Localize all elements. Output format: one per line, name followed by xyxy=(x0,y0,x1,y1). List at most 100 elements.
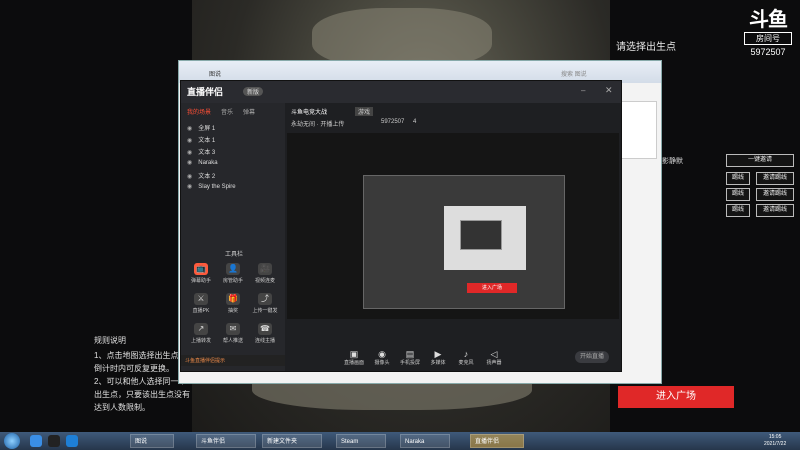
clock[interactable]: 15:05 2021/7/22 xyxy=(764,434,786,448)
room-id: 5972507 xyxy=(381,119,405,125)
invite-kick-button[interactable]: 邀请踢线 xyxy=(756,188,794,201)
tab-scenes[interactable]: 我的场景 xyxy=(187,107,211,116)
explorer-search[interactable]: 搜索 图说 xyxy=(561,69,587,78)
scene-item[interactable]: ◉ 文本 1 xyxy=(187,135,215,144)
control-label: 直播画面 xyxy=(343,360,364,366)
mail-icon: ✉ xyxy=(226,323,240,335)
companion-window[interactable]: 直播伴侣 新版 – ✕ 我的场景 音乐 弹幕 ◉ 全屏 1 ◉ 文本 1 ◉ 文本 3… xyxy=(180,80,622,372)
taskbar-item[interactable]: Naraka xyxy=(400,434,450,448)
enter-plaza-button[interactable]: 进入广场 xyxy=(618,386,734,408)
notice-bar[interactable]: 斗鱼直播伴侣提示 xyxy=(181,355,293,366)
scene-item[interactable]: ◉ Naraka xyxy=(187,159,218,166)
phone-cast-icon: ▤ xyxy=(405,349,415,359)
invite-all-button[interactable]: 一键邀请 xyxy=(726,154,794,167)
tool-label: 连线主播 xyxy=(254,338,275,344)
eye-icon[interactable]: ◉ xyxy=(187,150,192,156)
app-icon[interactable] xyxy=(30,435,42,447)
qq-icon[interactable] xyxy=(48,435,60,447)
tool-forward[interactable]: ↗ 上播转发 xyxy=(185,323,217,344)
tools-title: 工具栏 xyxy=(225,252,244,258)
tool-connect[interactable]: ☎ 连线主播 xyxy=(249,323,281,344)
taskbar-item[interactable]: 图说 xyxy=(130,434,174,448)
gift-icon: 🎁 xyxy=(226,293,240,305)
control-phone-cast[interactable]: ▤ 手机投屏 xyxy=(397,349,423,366)
mic-icon: ♪ xyxy=(463,349,469,359)
tool-video-link[interactable]: 🎥 视频连麦 xyxy=(249,263,281,284)
tool-label: 抽奖 xyxy=(227,308,238,314)
invite-kick-button[interactable]: 邀请踢线 xyxy=(756,172,794,185)
invite-kick-button[interactable]: 邀请踢线 xyxy=(756,204,794,217)
explorer-address[interactable]: 图说 xyxy=(209,69,221,78)
kick-button[interactable]: 踢线 xyxy=(726,172,750,185)
tool-upload[interactable]: ⤴ 上传一键发 xyxy=(249,293,281,314)
taskbar: 图说 斗鱼伴侣 新建文件夹 Steam Naraka 直播伴侣 15:05 20… xyxy=(0,432,800,450)
tool-room-admin[interactable]: 👤 房管助手 xyxy=(217,263,249,284)
scene-item[interactable]: ◉ 文本 3 xyxy=(187,147,215,156)
eye-icon[interactable]: ◉ xyxy=(187,174,192,180)
side-label: 影静默 xyxy=(662,158,683,165)
category-tag[interactable]: 游戏 xyxy=(355,107,374,116)
browser-icon[interactable] xyxy=(66,435,78,447)
control-camera[interactable]: ◉ 摄像头 xyxy=(369,349,395,366)
tool-pk[interactable]: ⚔ 直播PK xyxy=(185,293,217,314)
close-icon[interactable]: ✕ xyxy=(605,85,613,96)
taskbar-item[interactable]: 新建文件夹 xyxy=(262,434,322,448)
scene-label: Slay the Spire xyxy=(198,184,236,190)
tool-label: 房管助手 xyxy=(222,278,243,284)
room-label: 房间号 xyxy=(744,32,792,45)
tab-music[interactable]: 音乐 xyxy=(221,107,233,116)
scene-item[interactable]: ◉ Slay the Spire xyxy=(187,183,236,190)
speaker-icon: ◁ xyxy=(490,349,498,359)
pk-icon: ⚔ xyxy=(194,293,208,305)
scene-label: 全屏 1 xyxy=(198,126,216,132)
minimize-icon[interactable]: – xyxy=(581,86,585,95)
fans-count: 4 xyxy=(413,119,417,125)
rules-line: 达到人数限制。 xyxy=(94,403,150,412)
scene-item[interactable]: ◉ 全屏 1 xyxy=(187,123,215,132)
camera-icon: ◉ xyxy=(378,349,386,359)
clock-date: 2021/7/22 xyxy=(764,441,787,447)
file-icon[interactable] xyxy=(621,101,657,159)
scene-label: Naraka xyxy=(198,160,218,166)
taskbar-item[interactable]: 斗鱼伴侣 xyxy=(196,434,256,448)
kick-button[interactable]: 踢线 xyxy=(726,204,750,217)
companion-titlebar: 直播伴侣 新版 – ✕ xyxy=(181,81,621,103)
eye-icon[interactable]: ◉ xyxy=(187,184,192,190)
clock-time: 15:05 xyxy=(768,434,782,440)
rules-line: 出生点，只要该出生点没有 xyxy=(94,390,190,399)
room-number: 5972507 xyxy=(750,47,786,57)
control-speaker[interactable]: ◁ 扬声器 xyxy=(481,349,507,366)
control-label: 多媒体 xyxy=(430,360,446,366)
kick-button[interactable]: 踢线 xyxy=(726,188,750,201)
taskbar-item[interactable]: Steam xyxy=(336,434,386,448)
taskbar-item-active[interactable]: 直播伴侣 xyxy=(470,434,524,448)
tool-push[interactable]: ✉ 帮人推送 xyxy=(217,323,249,344)
video-icon: 🎥 xyxy=(258,263,272,275)
start-button[interactable] xyxy=(4,433,20,449)
nested-preview xyxy=(363,175,565,309)
tool-lottery[interactable]: 🎁 抽奖 xyxy=(217,293,249,314)
control-label: 麦克风 xyxy=(458,360,474,366)
control-media[interactable]: ▶ 多媒体 xyxy=(425,349,451,366)
control-label: 手机投屏 xyxy=(399,360,420,366)
start-live-button[interactable]: 开始直播 xyxy=(575,351,609,363)
stream-title[interactable]: 斗鱼电竞大战 xyxy=(291,107,327,116)
map-region xyxy=(312,8,492,68)
media-icon: ▶ xyxy=(434,349,442,359)
eye-icon[interactable]: ◉ xyxy=(187,138,192,144)
scene-label: 文本 2 xyxy=(198,174,216,180)
eye-icon[interactable]: ◉ xyxy=(187,126,192,132)
status-line: 永劫无间 · 开播上传 xyxy=(291,122,345,128)
tool-danmaku-assistant[interactable]: 📺 弹幕助手 xyxy=(185,263,217,284)
version-badge[interactable]: 新版 xyxy=(243,87,264,96)
tool-label: 帮人推送 xyxy=(222,338,243,344)
share-icon: ↗ xyxy=(194,323,208,335)
eye-icon[interactable]: ◉ xyxy=(187,160,192,166)
control-mic[interactable]: ♪ 麦克风 xyxy=(453,349,479,366)
stream-preview[interactable]: 进入广场 xyxy=(287,133,619,319)
tab-danmaku[interactable]: 弹幕 xyxy=(243,107,255,116)
scene-item[interactable]: ◉ 文本 2 xyxy=(187,171,215,180)
control-label: 摄像头 xyxy=(374,360,390,366)
upload-icon: ⤴ xyxy=(258,293,272,305)
control-screen[interactable]: ▣ 直播画面 xyxy=(341,349,367,366)
